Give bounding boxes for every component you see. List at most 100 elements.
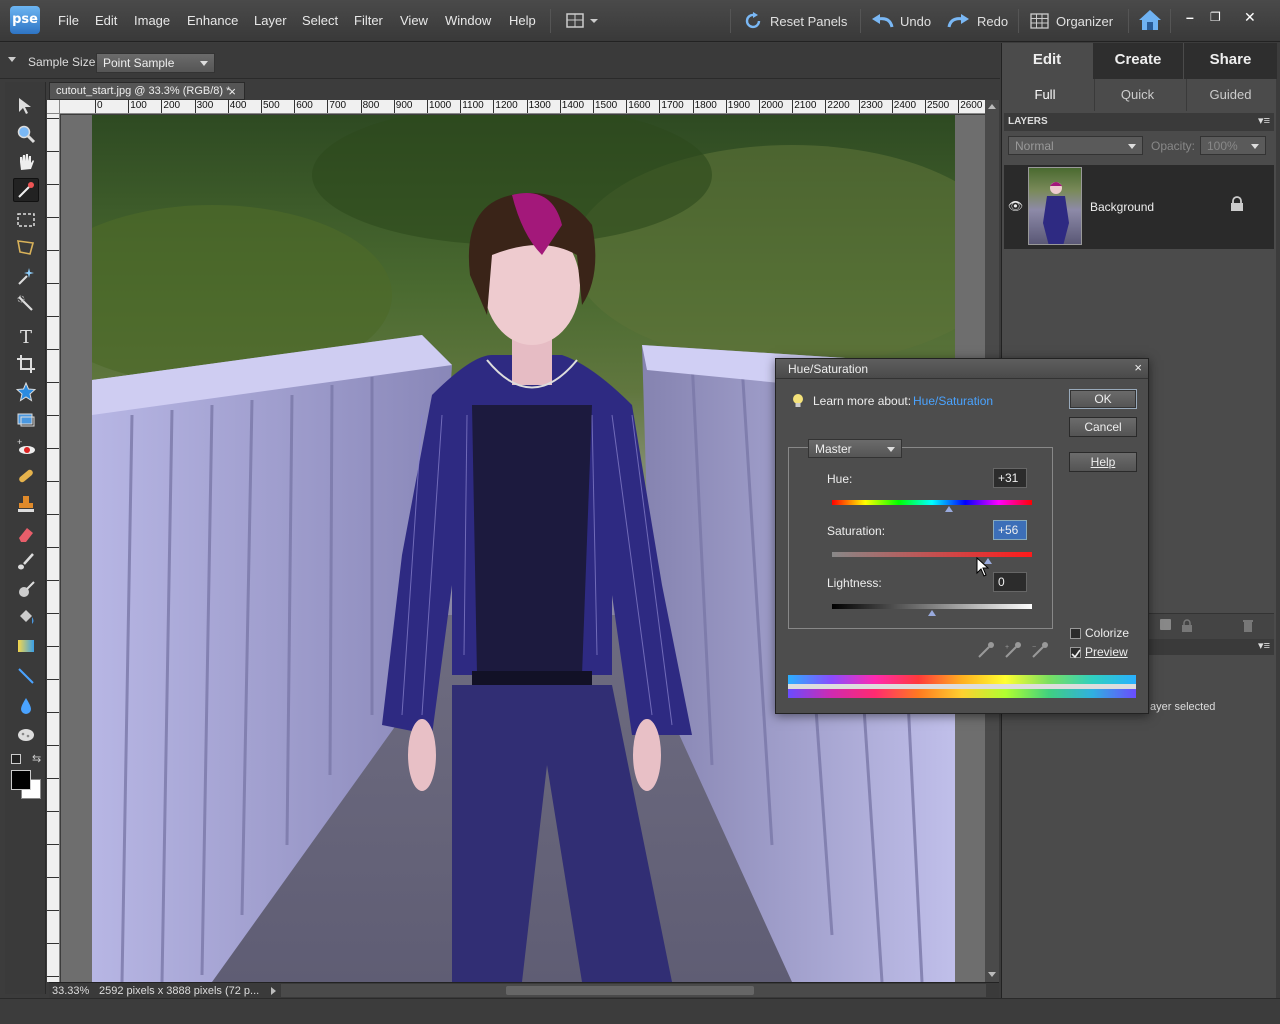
default-colors-icon[interactable] [11, 754, 21, 764]
edit-channel-dropdown[interactable]: Master [808, 439, 902, 458]
magic-wand-tool[interactable] [13, 264, 39, 288]
smart-brush-tool[interactable] [13, 578, 39, 602]
organizer-button[interactable]: Organizer [1030, 10, 1113, 32]
gradient-tool[interactable] [13, 634, 39, 658]
undo-button[interactable]: Undo [870, 10, 931, 32]
help-button[interactable]: Help [1069, 452, 1137, 472]
minimize-button[interactable]: – [1186, 9, 1194, 25]
tab-edit[interactable]: Edit [1002, 43, 1092, 79]
menu-edit[interactable]: Edit [95, 13, 117, 28]
foreground-color-swatch[interactable] [11, 770, 31, 790]
colorize-checkbox[interactable] [1070, 628, 1081, 639]
add-to-sample-eyedropper-icon[interactable]: + [1004, 641, 1022, 659]
document-tab[interactable]: cutout_start.jpg @ 33.3% (RGB/8) * × [49, 82, 245, 100]
horizontal-scroll-thumb[interactable] [506, 986, 754, 995]
reset-panels-button[interactable]: Reset Panels [744, 10, 847, 32]
layers-panel-title: LAYERS [1008, 116, 1048, 127]
preview-checkbox[interactable] [1070, 647, 1081, 659]
line-tool[interactable] [13, 664, 39, 688]
lightness-value-field[interactable]: 0 [993, 572, 1027, 592]
menu-file[interactable]: File [58, 13, 79, 28]
saturation-value-field[interactable]: +56 [993, 520, 1027, 540]
restore-button[interactable]: ❐ [1210, 10, 1221, 24]
menu-help[interactable]: Help [509, 13, 536, 28]
spot-healing-tool[interactable] [13, 464, 39, 488]
paint-bucket-tool[interactable] [13, 606, 39, 630]
panel-menu-icon[interactable]: ▾≡ [1258, 114, 1270, 127]
ok-button[interactable]: OK [1069, 389, 1137, 409]
learn-more-link[interactable]: Hue/Saturation [913, 394, 993, 408]
panel-menu-icon[interactable]: ▾≡ [1258, 639, 1270, 652]
tab-create[interactable]: Create [1093, 43, 1183, 79]
hue-value-field[interactable]: +31 [993, 468, 1027, 488]
colorize-label: Colorize [1085, 626, 1130, 640]
crop-tool[interactable] [13, 352, 39, 376]
ruler-tick [47, 448, 59, 449]
quick-selection-tool[interactable] [13, 292, 39, 316]
home-button[interactable] [1138, 9, 1162, 31]
menu-image[interactable]: Image [134, 13, 170, 28]
layer-row-background[interactable]: 👁 Background [1004, 165, 1274, 249]
visibility-eye-icon[interactable]: 👁 [1008, 199, 1023, 213]
tab-full[interactable]: Full [1002, 79, 1088, 111]
lightness-slider-track[interactable] [832, 604, 1032, 609]
cookie-cutter-tool[interactable] [13, 380, 39, 404]
options-menu-arrow-icon[interactable] [8, 57, 16, 62]
move-tool[interactable] [13, 94, 39, 118]
cancel-button[interactable]: Cancel [1069, 417, 1137, 437]
tab-guided[interactable]: Guided [1186, 79, 1274, 111]
sponge-tool[interactable] [13, 722, 39, 746]
menu-view[interactable]: View [400, 13, 428, 28]
menu-enhance[interactable]: Enhance [187, 13, 238, 28]
document-tab-close-button[interactable]: × [228, 84, 236, 99]
arrange-layout-button[interactable] [566, 13, 600, 29]
clone-stamp-tool[interactable] [13, 492, 39, 516]
marquee-tool[interactable] [13, 208, 39, 232]
status-menu-arrow-icon[interactable] [271, 987, 276, 995]
blend-mode-dropdown[interactable]: Normal [1008, 136, 1143, 155]
blur-tool[interactable] [13, 694, 39, 718]
scroll-up-arrow-icon[interactable] [988, 104, 996, 109]
hand-tool[interactable] [13, 150, 39, 174]
eraser-tool[interactable] [13, 522, 39, 546]
ruler-tick [460, 100, 462, 113]
menu-select[interactable]: Select [302, 13, 338, 28]
lightness-slider-thumb[interactable] [928, 610, 936, 616]
hue-slider-track[interactable] [832, 500, 1032, 505]
recompose-tool[interactable] [13, 408, 39, 432]
opacity-field[interactable]: 100% [1200, 136, 1266, 155]
dialog-close-button[interactable]: × [1134, 360, 1142, 375]
redo-button[interactable]: Redo [947, 10, 1008, 32]
ruler-label: 1600 [628, 100, 651, 111]
svg-text:T: T [20, 327, 32, 346]
sample-size-dropdown[interactable]: Point Sample [96, 53, 215, 73]
subtract-from-sample-eyedropper-icon[interactable]: − [1031, 641, 1049, 659]
hue-slider-thumb[interactable] [945, 506, 954, 512]
swap-colors-icon[interactable]: ⇆ [32, 752, 41, 765]
saturation-slider-track[interactable] [832, 552, 1032, 557]
menu-layer[interactable]: Layer [254, 13, 287, 28]
tab-quick[interactable]: Quick [1094, 79, 1180, 111]
dialog-title-bar[interactable]: Hue/Saturation × [776, 359, 1148, 379]
type-tool[interactable]: T [13, 324, 39, 348]
horizontal-scrollbar[interactable] [281, 984, 986, 997]
tab-share[interactable]: Share [1184, 43, 1277, 79]
red-eye-tool[interactable]: + [13, 436, 39, 460]
zoom-tool[interactable] [13, 122, 39, 146]
layer-name[interactable]: Background [1090, 200, 1154, 214]
menu-window[interactable]: Window [445, 13, 491, 28]
zoom-level[interactable]: 33.33% [52, 985, 89, 997]
brush-tool[interactable] [13, 550, 39, 574]
eyedropper-icon[interactable] [977, 641, 995, 659]
menu-filter[interactable]: Filter [354, 13, 383, 28]
lock-icon[interactable] [1181, 619, 1193, 633]
trash-icon[interactable] [1242, 619, 1254, 633]
ruler-label: 0 [97, 100, 103, 111]
lasso-tool[interactable] [13, 236, 39, 260]
layer-thumbnail-image [1043, 182, 1069, 244]
mask-icon[interactable] [1160, 619, 1171, 630]
eyedropper-tool[interactable] [13, 178, 39, 202]
ruler-tick [294, 100, 296, 113]
scroll-down-arrow-icon[interactable] [988, 972, 996, 977]
close-button[interactable]: ✕ [1244, 9, 1256, 26]
